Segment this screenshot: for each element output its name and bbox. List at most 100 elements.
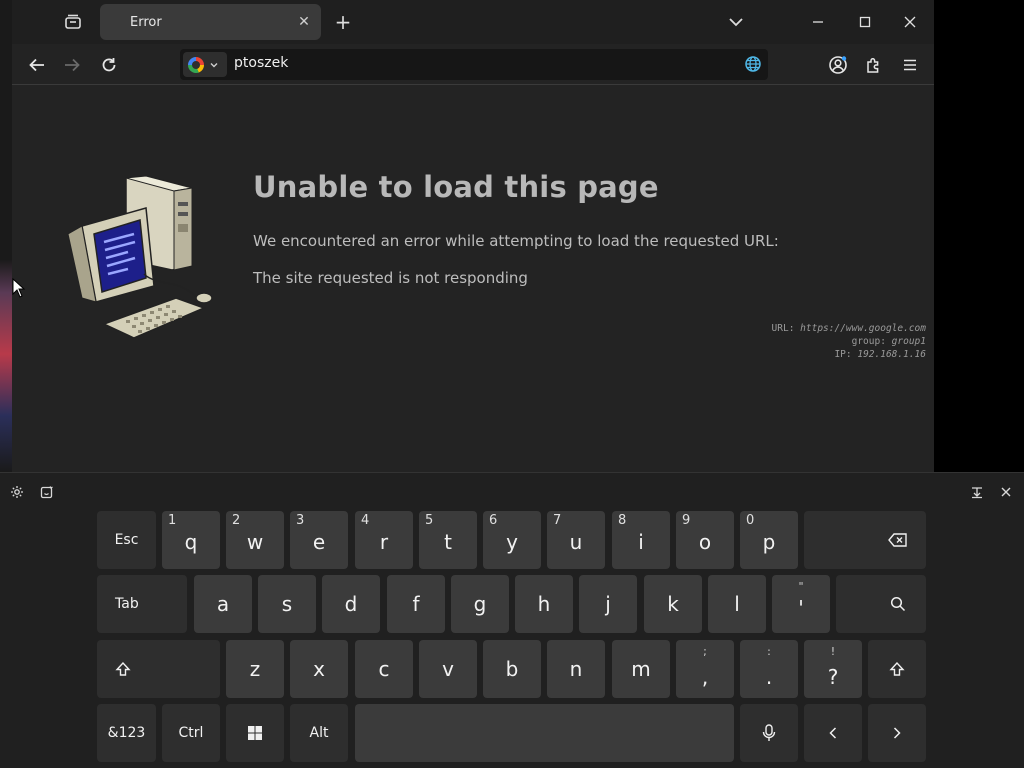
key-esc-label: Esc bbox=[114, 532, 139, 548]
key-d[interactable]: d bbox=[322, 575, 380, 633]
key-ctrl[interactable]: Ctrl bbox=[162, 704, 220, 762]
key-tab[interactable]: Tab bbox=[97, 575, 187, 633]
key-h[interactable]: h bbox=[515, 575, 573, 633]
key-r-label: r bbox=[379, 530, 389, 554]
desktop-area bbox=[934, 0, 1024, 472]
key-k-label: k bbox=[667, 592, 679, 616]
search-engine-selector[interactable] bbox=[183, 52, 227, 77]
key-comma-label: , bbox=[701, 665, 709, 689]
key-a[interactable]: a bbox=[194, 575, 252, 633]
minimize-icon[interactable] bbox=[807, 11, 829, 33]
key-o-label: o bbox=[698, 530, 712, 554]
background-app-strip bbox=[0, 0, 12, 472]
key-search[interactable] bbox=[836, 575, 926, 633]
key-j-label: j bbox=[605, 592, 611, 616]
key-o[interactable]: 9o bbox=[676, 511, 734, 569]
navigation-toolbar: ptoszek bbox=[12, 44, 934, 85]
error-ip-label: IP: bbox=[834, 349, 852, 360]
key-p[interactable]: 0p bbox=[740, 511, 798, 569]
browser-window: Error ✕ + ptoszek Unable to load this pa… bbox=[12, 0, 934, 472]
globe-icon[interactable] bbox=[744, 55, 762, 73]
forward-arrow-icon[interactable] bbox=[60, 53, 84, 77]
chevron-down-icon[interactable] bbox=[726, 12, 746, 32]
key-windows[interactable] bbox=[226, 704, 284, 762]
key-i-number: 8 bbox=[618, 513, 627, 528]
key-alt[interactable]: Alt bbox=[290, 704, 348, 762]
key-g-label: g bbox=[473, 592, 487, 616]
microphone-icon bbox=[762, 724, 776, 741]
key-w-number: 2 bbox=[232, 513, 241, 528]
key-u-number: 7 bbox=[553, 513, 562, 528]
key-q[interactable]: 1q bbox=[162, 511, 220, 569]
mouse-cursor-icon bbox=[12, 278, 26, 298]
tab-bar: Error ✕ + bbox=[12, 0, 934, 44]
key-z[interactable]: z bbox=[226, 640, 284, 698]
touch-keyboard: Esc 1q 2w 3e 4r 5t 6y 7u 8i 9o 0p Tab a … bbox=[0, 472, 1024, 768]
key-l[interactable]: l bbox=[708, 575, 766, 633]
key-t[interactable]: 5t bbox=[419, 511, 477, 569]
key-n[interactable]: n bbox=[547, 640, 605, 698]
key-y[interactable]: 6y bbox=[483, 511, 541, 569]
key-v[interactable]: v bbox=[419, 640, 477, 698]
key-arrow-right[interactable] bbox=[868, 704, 926, 762]
key-w-label: w bbox=[246, 530, 264, 554]
new-tab-icon[interactable]: + bbox=[332, 10, 354, 34]
key-question-alt: ! bbox=[830, 645, 836, 658]
key-question[interactable]: !? bbox=[804, 640, 862, 698]
key-e[interactable]: 3e bbox=[290, 511, 348, 569]
key-c-label: c bbox=[378, 657, 390, 681]
key-symbols-label: &123 bbox=[107, 725, 146, 741]
key-shift-right[interactable] bbox=[868, 640, 926, 698]
shift-icon bbox=[115, 661, 131, 676]
tab-error[interactable]: Error ✕ bbox=[100, 4, 321, 40]
key-d-label: d bbox=[344, 592, 358, 616]
key-u[interactable]: 7u bbox=[547, 511, 605, 569]
address-input[interactable]: ptoszek bbox=[234, 55, 288, 71]
key-f[interactable]: f bbox=[387, 575, 445, 633]
key-m[interactable]: m bbox=[612, 640, 670, 698]
key-w[interactable]: 2w bbox=[226, 511, 284, 569]
key-shift-left[interactable] bbox=[97, 640, 220, 698]
key-i[interactable]: 8i bbox=[612, 511, 670, 569]
extensions-icon[interactable] bbox=[862, 53, 886, 77]
key-backspace[interactable] bbox=[804, 511, 926, 569]
tab-title: Error bbox=[130, 14, 162, 30]
key-f-label: f bbox=[412, 592, 420, 616]
key-tab-label: Tab bbox=[115, 596, 139, 612]
key-k[interactable]: k bbox=[644, 575, 702, 633]
key-apostrophe[interactable]: " ' bbox=[772, 575, 830, 633]
key-b-label: b bbox=[505, 657, 519, 681]
key-apostrophe-label: ' bbox=[798, 596, 804, 620]
key-i-label: i bbox=[638, 530, 644, 554]
key-period[interactable]: :. bbox=[740, 640, 798, 698]
tab-overview-icon[interactable] bbox=[60, 10, 86, 34]
profile-icon[interactable] bbox=[826, 53, 850, 77]
key-j[interactable]: j bbox=[579, 575, 637, 633]
key-comma[interactable]: ;, bbox=[676, 640, 734, 698]
keyboard-close-icon[interactable] bbox=[997, 483, 1015, 501]
key-b[interactable]: b bbox=[483, 640, 541, 698]
tab-close-icon[interactable]: ✕ bbox=[295, 13, 313, 31]
keyboard-layout-icon[interactable] bbox=[968, 483, 986, 501]
key-arrow-left[interactable] bbox=[804, 704, 862, 762]
key-s[interactable]: s bbox=[258, 575, 316, 633]
back-arrow-icon[interactable] bbox=[25, 53, 49, 77]
address-bar[interactable]: ptoszek bbox=[180, 49, 768, 80]
close-window-icon[interactable] bbox=[899, 11, 921, 33]
key-r[interactable]: 4r bbox=[355, 511, 413, 569]
reload-icon[interactable] bbox=[97, 53, 121, 77]
computer-illustration-icon bbox=[67, 175, 213, 339]
key-t-number: 5 bbox=[425, 513, 434, 528]
key-symbols[interactable]: &123 bbox=[97, 704, 156, 762]
keyboard-settings-gear-icon[interactable] bbox=[8, 483, 26, 501]
key-esc[interactable]: Esc bbox=[97, 511, 156, 569]
menu-icon[interactable] bbox=[898, 53, 922, 77]
key-space[interactable] bbox=[355, 704, 734, 762]
key-g[interactable]: g bbox=[451, 575, 509, 633]
key-x[interactable]: x bbox=[290, 640, 348, 698]
key-c[interactable]: c bbox=[355, 640, 413, 698]
key-voice[interactable] bbox=[740, 704, 798, 762]
maximize-icon[interactable] bbox=[854, 11, 876, 33]
emoji-panel-icon[interactable] bbox=[38, 483, 56, 501]
chevron-down-icon bbox=[210, 62, 218, 67]
